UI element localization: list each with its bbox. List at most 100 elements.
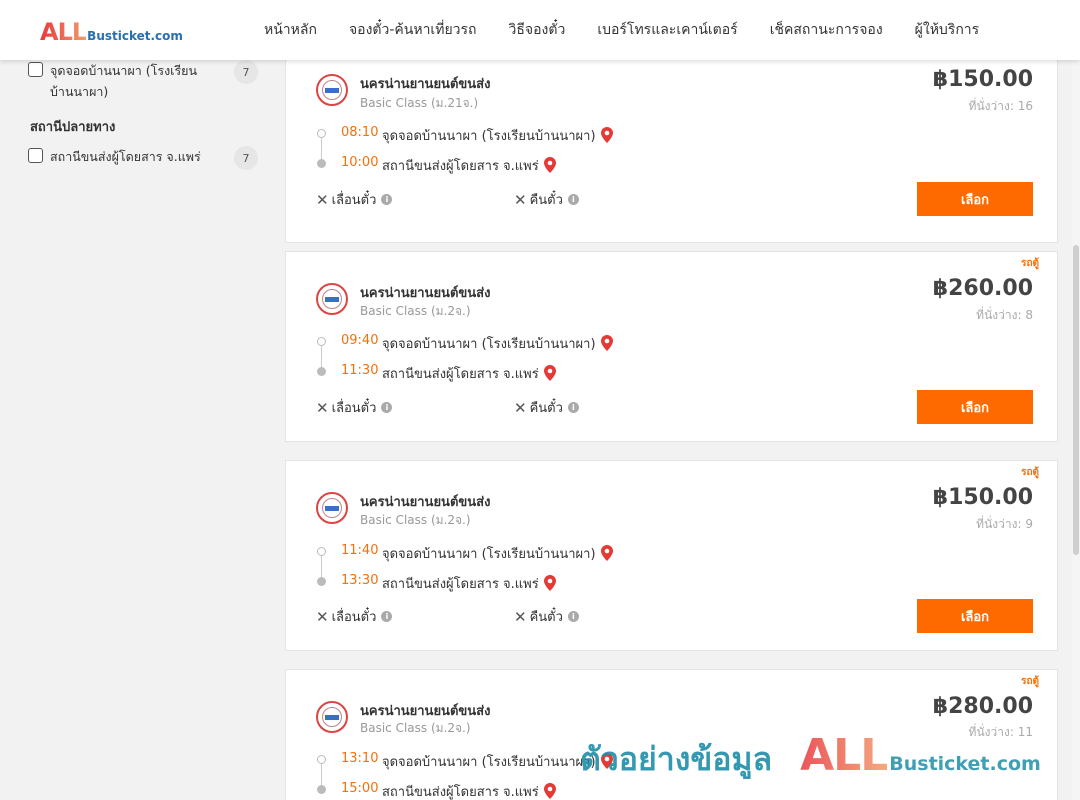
timeline-line — [321, 764, 322, 786]
info-icon[interactable]: i — [567, 611, 579, 622]
map-pin-icon[interactable] — [543, 783, 556, 799]
seats-label: ที่นั่งว่าง: — [968, 99, 1014, 113]
seats-label: ที่นั่งว่าง: — [976, 308, 1022, 322]
info-icon[interactable]: i — [567, 402, 579, 413]
policy-move-label: เลื่อนตั๋ว — [331, 193, 377, 208]
bus-class: Basic Class (ม.2จ.) — [360, 721, 471, 735]
policy-move-label: เลื่อนตั๋ว — [331, 401, 377, 416]
policy-refund-label: คืนตั๋ว — [529, 401, 563, 416]
nav-how-to-book[interactable]: วิธีจองตั๋ว — [493, 19, 582, 41]
operator-logo-icon — [316, 283, 348, 315]
timeline-start-dot — [317, 337, 326, 346]
select-trip-button[interactable]: เลือก — [917, 390, 1033, 424]
trip-card: รถตู้ นครน่านยานยนต์ขนส่ง Basic Class (ม… — [285, 669, 1058, 800]
seats-count: 9 — [1025, 517, 1033, 531]
main-nav: หน้าหลัก จองตั๋ว-ค้นหาเที่ยวรถ วิธีจองตั… — [248, 0, 995, 60]
operator-logo-icon — [316, 492, 348, 524]
seats-label: ที่นั่งว่าง: — [968, 725, 1014, 739]
map-pin-icon[interactable] — [543, 365, 556, 381]
depart-time: 09:40 — [341, 333, 379, 348]
scrollbar-thumb[interactable] — [1073, 245, 1079, 555]
vehicle-tag: รถตู้ — [1021, 258, 1039, 269]
operator-name: นครน่านยานยนต์ขนส่ง — [360, 286, 491, 301]
map-pin-icon[interactable] — [543, 157, 556, 173]
select-trip-button[interactable]: เลือก — [917, 182, 1033, 216]
arrive-stop: สถานีขนส่งผู้โดยสาร จ.แพร่ — [382, 781, 556, 800]
depart-stop-label: จุดจอดบ้านนาผา (โรงเรียนบ้านนาผา) — [382, 129, 596, 144]
depart-time: 08:10 — [341, 125, 379, 140]
policy-move-ticket[interactable]: ✕ เลื่อนตั๋ว i — [316, 397, 393, 418]
depart-stop: จุดจอดบ้านนาผา (โรงเรียนบ้านนาผา) — [382, 125, 613, 146]
arrive-time: 11:30 — [341, 363, 379, 378]
policy-move-ticket[interactable]: ✕ เลื่อนตั๋ว i — [316, 189, 393, 210]
trip-price: ฿150.00 — [932, 485, 1033, 510]
filter-checkbox[interactable] — [28, 62, 43, 77]
arrive-time: 15:00 — [341, 781, 379, 796]
arrive-stop-label: สถานีขนส่งผู้โดยสาร จ.แพร่ — [382, 577, 539, 592]
map-pin-icon[interactable] — [600, 753, 613, 769]
timeline-start-dot — [317, 547, 326, 556]
timeline-line — [321, 138, 322, 160]
timeline-line — [321, 346, 322, 368]
map-pin-icon[interactable] — [600, 127, 613, 143]
map-pin-icon[interactable] — [543, 575, 556, 591]
timeline-start-dot — [317, 129, 326, 138]
nav-operators[interactable]: ผู้ให้บริการ — [899, 19, 996, 41]
filter-origin-item[interactable]: จุดจอดบ้านนาผา (โรงเรียนบ้านนาผา) 7 — [28, 60, 258, 102]
seats-available: ที่นั่งว่าง: 16 — [969, 97, 1033, 116]
trip-price: ฿150.00 — [932, 67, 1033, 92]
policy-refund-label: คืนตั๋ว — [529, 610, 563, 625]
timeline-end-dot — [317, 785, 326, 794]
seats-available: ที่นั่งว่าง: 11 — [969, 723, 1033, 742]
vehicle-tag: รถตู้ — [1021, 467, 1039, 478]
select-trip-button[interactable]: เลือก — [917, 599, 1033, 633]
filter-checkbox[interactable] — [28, 148, 43, 163]
policy-refund-ticket[interactable]: ✕ คืนตั๋ว i — [514, 397, 579, 418]
site-logo[interactable]: ALL Busticket.com — [40, 18, 183, 46]
operator-logo-icon — [316, 701, 348, 733]
nav-home[interactable]: หน้าหลัก — [248, 19, 333, 41]
vehicle-tag: รถตู้ — [1021, 676, 1039, 687]
timeline-start-dot — [317, 755, 326, 764]
arrive-stop: สถานีขนส่งผู้โดยสาร จ.แพร่ — [382, 363, 556, 384]
depart-stop: จุดจอดบ้านนาผา (โรงเรียนบ้านนาผา) — [382, 543, 613, 564]
policy-refund-ticket[interactable]: ✕ คืนตั๋ว i — [514, 189, 579, 210]
bus-class: Basic Class (ม.2จ.) — [360, 513, 471, 527]
page-scrollbar[interactable] — [1072, 60, 1080, 800]
arrive-stop-label: สถานีขนส่งผู้โดยสาร จ.แพร่ — [382, 367, 539, 382]
nav-contact-counter[interactable]: เบอร์โทรและเคาน์เตอร์ — [581, 19, 753, 41]
arrive-stop: สถานีขนส่งผู้โดยสาร จ.แพร่ — [382, 573, 556, 594]
info-icon[interactable]: i — [381, 611, 393, 622]
trip-price: ฿260.00 — [932, 276, 1033, 301]
trip-card: รถตู้ นครน่านยานยนต์ขนส่ง Basic Class (ม… — [285, 460, 1058, 651]
timeline-line — [321, 556, 322, 578]
seats-available: ที่นั่งว่าง: 8 — [976, 306, 1033, 325]
count-badge: 7 — [234, 60, 258, 84]
filter-label: จุดจอดบ้านนาผา (โรงเรียนบ้านนาผา) — [50, 63, 198, 99]
arrive-time: 10:00 — [341, 155, 379, 170]
seats-label: ที่นั่งว่าง: — [976, 517, 1022, 531]
nav-book-search[interactable]: จองตั๋ว-ค้นหาเที่ยวรถ — [333, 19, 493, 41]
depart-time: 11:40 — [341, 543, 379, 558]
policy-move-label: เลื่อนตั๋ว — [331, 610, 377, 625]
operator-logo-icon — [316, 74, 348, 106]
map-pin-icon[interactable] — [600, 545, 613, 561]
map-pin-icon[interactable] — [600, 335, 613, 351]
info-icon[interactable]: i — [381, 194, 393, 205]
seats-count: 8 — [1025, 308, 1033, 322]
filter-destination-item[interactable]: สถานีขนส่งผู้โดยสาร จ.แพร่ 7 — [28, 146, 258, 170]
operator-name: นครน่านยานยนต์ขนส่ง — [360, 704, 491, 719]
cross-icon: ✕ — [316, 190, 329, 209]
bus-class: Basic Class (ม.2จ.) — [360, 304, 471, 318]
count-badge: 7 — [234, 146, 258, 170]
bus-class: Basic Class (ม.21จ.) — [360, 96, 479, 110]
nav-check-status[interactable]: เช็คสถานะการจอง — [754, 19, 899, 41]
filter-label: สถานีขนส่งผู้โดยสาร จ.แพร่ — [50, 149, 201, 164]
depart-stop-label: จุดจอดบ้านนาผา (โรงเรียนบ้านนาผา) — [382, 755, 596, 770]
info-icon[interactable]: i — [567, 194, 579, 205]
info-icon[interactable]: i — [381, 402, 393, 413]
policy-move-ticket[interactable]: ✕ เลื่อนตั๋ว i — [316, 606, 393, 627]
cross-icon: ✕ — [514, 190, 527, 209]
policy-refund-ticket[interactable]: ✕ คืนตั๋ว i — [514, 606, 579, 627]
operator-name: นครน่านยานยนต์ขนส่ง — [360, 495, 491, 510]
